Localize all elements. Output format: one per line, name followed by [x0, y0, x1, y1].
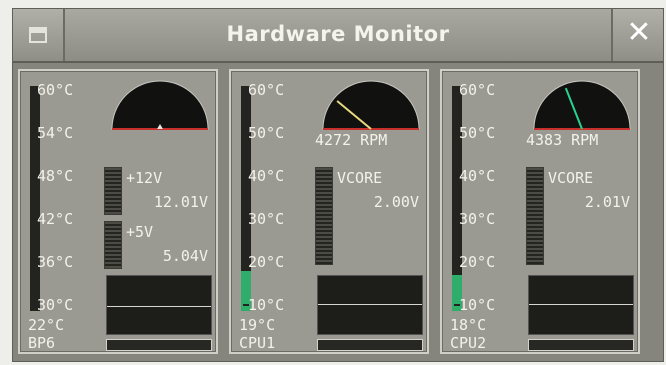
- history-line: [529, 304, 633, 305]
- fan-rpm: 4383 RPM: [526, 131, 599, 149]
- temp-tick: 10°C: [242, 296, 285, 314]
- temp-tick: 40°C: [242, 167, 285, 185]
- temp-tick: 42°C: [31, 210, 74, 228]
- temp-tick: 10°C: [453, 296, 496, 314]
- temp-tick: 50°C: [242, 124, 285, 142]
- temp-tick: 60°C: [31, 81, 74, 99]
- sensor-panel-cpu2: 60°C 50°C 40°C 30°C 20°C 10°C 4383 RPM V…: [440, 69, 640, 354]
- status-bar: [317, 339, 423, 351]
- voltage-meter: [315, 167, 333, 265]
- temperature-bar: [452, 86, 462, 311]
- temp-tick: 36°C: [31, 253, 74, 271]
- temperature-bar: [30, 86, 40, 311]
- temp-tick: 50°C: [453, 124, 496, 142]
- temp-tick: 60°C: [453, 81, 496, 99]
- temperature-bar: [241, 86, 251, 311]
- voltage-label: +12V: [126, 169, 163, 187]
- temp-tick: 30°C: [31, 296, 74, 314]
- temp-tick: 30°C: [453, 210, 496, 228]
- sensor-name: CPU1: [239, 334, 276, 352]
- temp-tick: 30°C: [242, 210, 285, 228]
- close-icon: ✕: [626, 15, 652, 50]
- fan-gauge: [532, 79, 632, 131]
- history-graph: [106, 275, 212, 335]
- voltage-label: VCORE: [548, 169, 594, 187]
- history-line: [318, 304, 422, 305]
- hardware-monitor-window: Hardware Monitor ✕ 60°C 54°C 48°C 42°C 3…: [12, 8, 664, 362]
- voltage-meter: [104, 167, 122, 215]
- voltage-meter: [526, 167, 544, 265]
- current-temperature: 19°C: [239, 316, 276, 334]
- voltage-label: VCORE: [337, 169, 383, 187]
- voltage-value: 12.01V: [153, 193, 208, 211]
- voltage-label: +5V: [126, 223, 154, 241]
- sensor-name: CPU2: [450, 334, 487, 352]
- current-temperature: 18°C: [450, 316, 487, 334]
- window-menu-icon: [29, 27, 47, 43]
- current-temperature: 22°C: [28, 316, 65, 334]
- status-bar: [528, 339, 634, 351]
- temp-tick: 54°C: [31, 124, 74, 142]
- temp-tick: 40°C: [453, 167, 496, 185]
- voltage-value: 5.04V: [162, 247, 208, 265]
- temp-tick: 20°C: [453, 253, 496, 271]
- voltage-meter: [104, 221, 122, 269]
- temp-tick: 60°C: [242, 81, 285, 99]
- temp-tick: 20°C: [242, 253, 285, 271]
- fan-rpm: 4272 RPM: [315, 131, 388, 149]
- window-menu-button[interactable]: [13, 9, 65, 61]
- sensor-panel-cpu1: 60°C 50°C 40°C 30°C 20°C 10°C 4272 RPM V…: [229, 69, 429, 354]
- fan-gauge: [110, 79, 210, 131]
- title-bar[interactable]: Hardware Monitor ✕: [13, 9, 663, 63]
- status-bar: [106, 339, 212, 351]
- window-title: Hardware Monitor: [226, 22, 450, 46]
- history-line: [107, 306, 211, 307]
- history-graph: [528, 275, 634, 335]
- sensor-name: BP6: [28, 334, 56, 352]
- temp-tick: 48°C: [31, 167, 74, 185]
- voltage-value: 2.00V: [373, 193, 419, 211]
- fan-gauge: [321, 79, 421, 131]
- sensor-panel-bp6: 60°C 54°C 48°C 42°C 36°C 30°C +12V 12.01…: [18, 69, 218, 354]
- close-button[interactable]: ✕: [611, 9, 663, 61]
- history-graph: [317, 275, 423, 335]
- voltage-value: 2.01V: [584, 193, 630, 211]
